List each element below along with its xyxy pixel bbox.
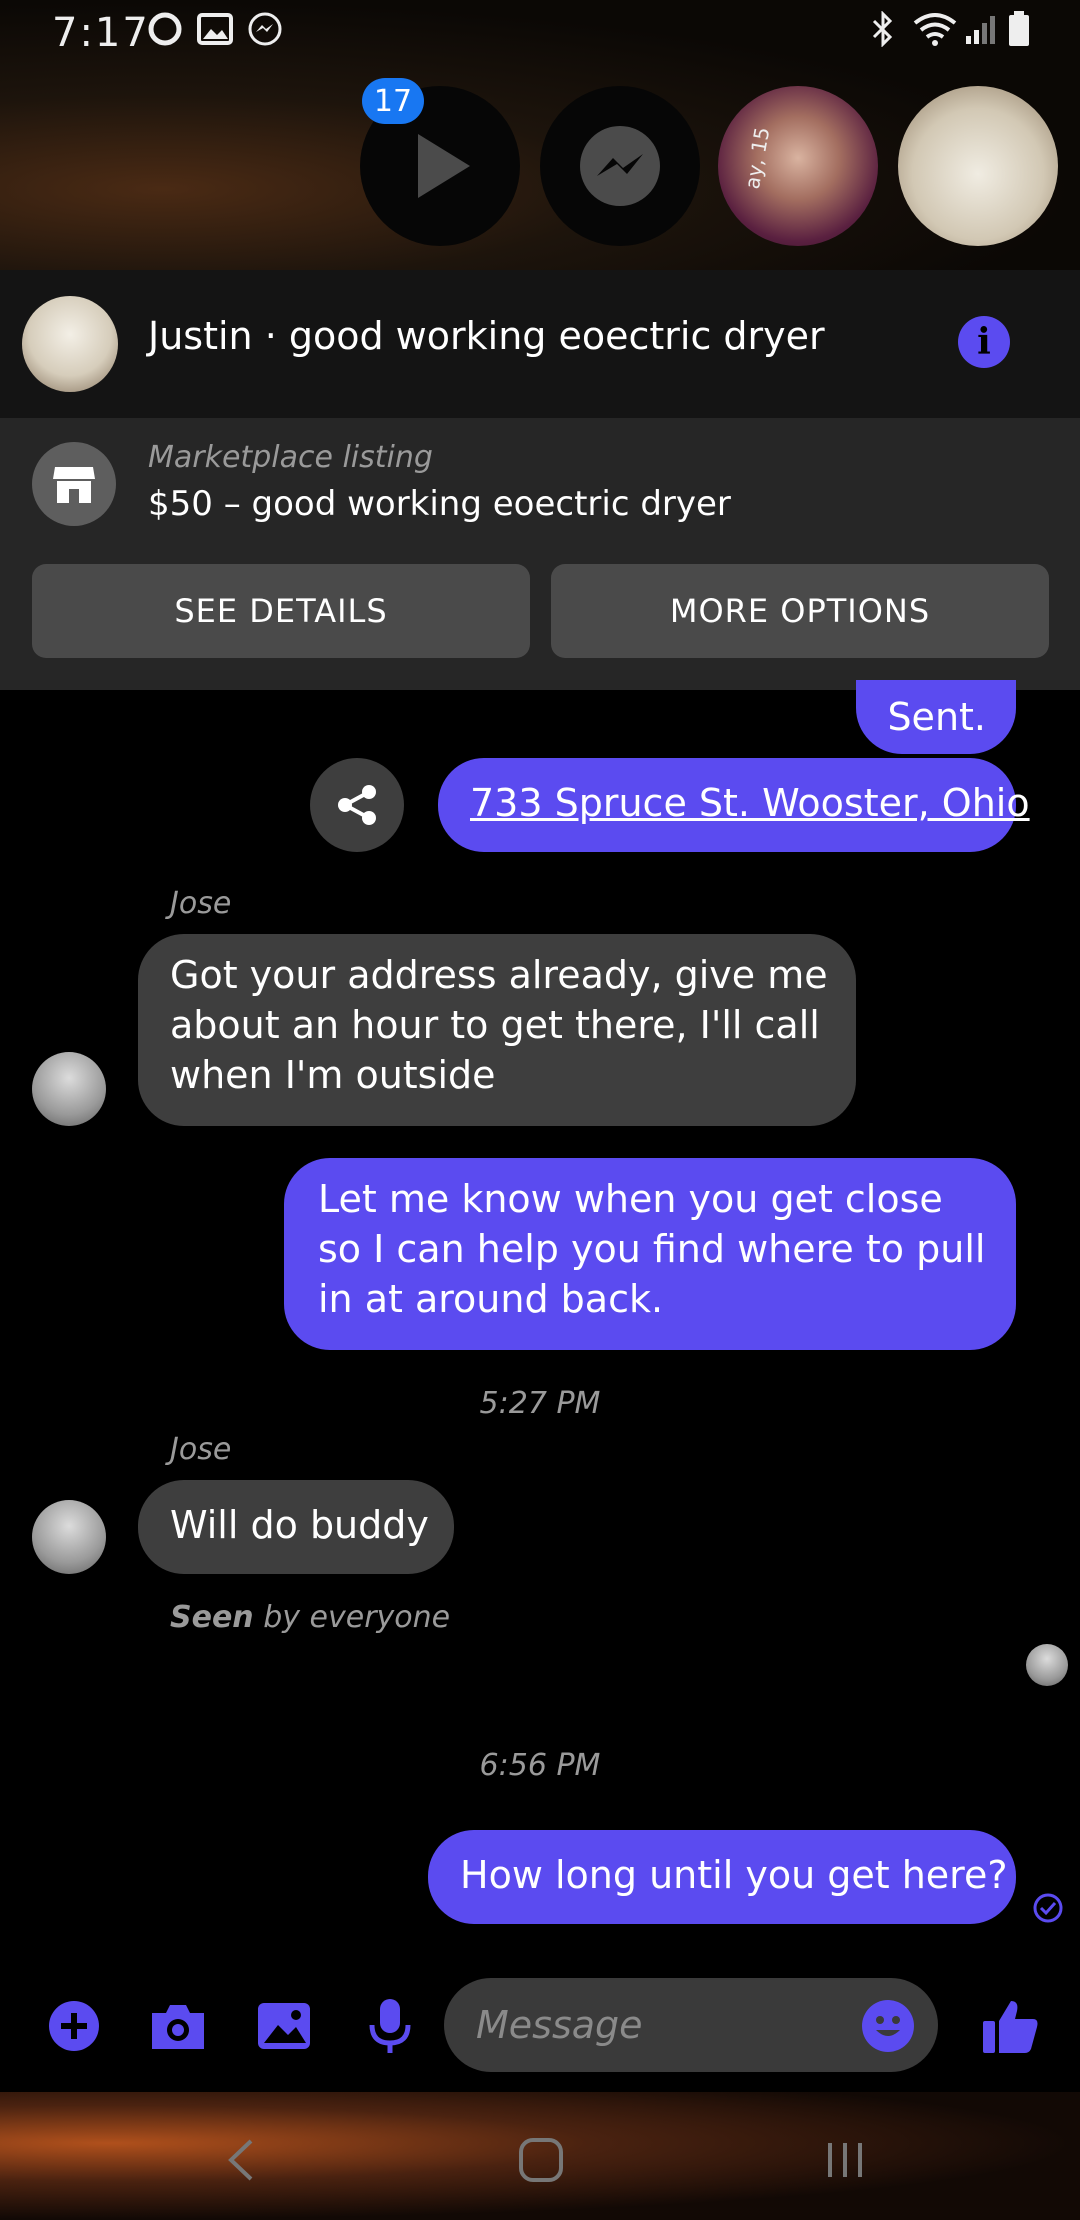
delivered-check-icon	[1032, 1892, 1064, 1924]
listing-price-title: $50 – good working eoectric dryer	[148, 484, 731, 524]
recent-apps-icon[interactable]	[810, 2130, 880, 2190]
play-icon	[418, 134, 470, 198]
home-icon[interactable]	[506, 2130, 576, 2190]
store-icon	[32, 442, 116, 526]
outgoing-message-partial[interactable]: Sent.	[856, 680, 1016, 754]
sender-name: Jose	[170, 1432, 232, 1467]
wifi-icon	[910, 10, 960, 48]
emoji-icon[interactable]	[862, 2000, 914, 2052]
messenger-status-icon	[246, 10, 284, 48]
jose-avatar[interactable]	[32, 1052, 106, 1126]
listing-thumbnail[interactable]	[22, 296, 118, 392]
marketplace-label: Marketplace listing	[148, 440, 433, 475]
read-receipt-avatar	[1026, 1644, 1068, 1686]
incoming-message[interactable]: Got your address already, give me about …	[138, 934, 856, 1126]
conversation-title[interactable]: Justin · good working eoectric dryer	[148, 314, 825, 358]
battery-icon	[1000, 10, 1038, 48]
outgoing-message[interactable]: How long until you get here?	[428, 1830, 1016, 1924]
sync-icon	[146, 10, 184, 48]
share-button[interactable]	[310, 758, 404, 852]
back-icon[interactable]	[206, 2130, 276, 2190]
seen-label: Seen	[170, 1600, 254, 1635]
photo-gallery-icon[interactable]	[254, 1996, 314, 2056]
messenger-icon	[580, 126, 660, 206]
seen-rest-label: by everyone	[253, 1600, 451, 1635]
share-icon	[338, 785, 376, 825]
seen-receipt: Seen by everyone	[170, 1600, 450, 1635]
incoming-message[interactable]: Will do buddy	[138, 1480, 454, 1574]
outgoing-message[interactable]: Let me know when you get close so I can …	[284, 1158, 1016, 1350]
see-details-button[interactable]: SEE DETAILS	[32, 564, 530, 658]
unread-count-badge: 17	[362, 78, 424, 124]
story-date-text: ay, 15	[739, 125, 775, 191]
plus-icon[interactable]	[44, 1996, 104, 2056]
thumbs-up-icon[interactable]	[980, 1996, 1040, 2056]
contact-chat-head-woman[interactable]: ay, 15	[718, 86, 878, 246]
marketplace-listing-panel: Marketplace listing $50 – good working e…	[0, 418, 1080, 690]
info-icon[interactable]: i	[958, 316, 1010, 368]
timestamp: 5:27 PM	[479, 1386, 601, 1421]
status-time: 7:17	[52, 10, 150, 56]
microphone-icon[interactable]	[360, 1996, 420, 2056]
signal-icon	[962, 10, 1000, 48]
sender-name: Jose	[170, 886, 232, 921]
gallery-icon	[196, 10, 234, 48]
messenger-chat-head[interactable]	[540, 86, 700, 246]
more-options-button[interactable]: MORE OPTIONS	[551, 564, 1049, 658]
jose-avatar[interactable]	[32, 1500, 106, 1574]
contact-chat-head-dryer[interactable]	[898, 86, 1058, 246]
chat-header: Justin · good working eoectric dryer i	[0, 270, 1080, 418]
camera-icon[interactable]	[148, 1996, 208, 2056]
address-link-message[interactable]: 733 Spruce St. Wooster, Ohio	[438, 758, 1030, 852]
bluetooth-icon	[864, 10, 902, 48]
timestamp: 6:56 PM	[479, 1748, 601, 1783]
